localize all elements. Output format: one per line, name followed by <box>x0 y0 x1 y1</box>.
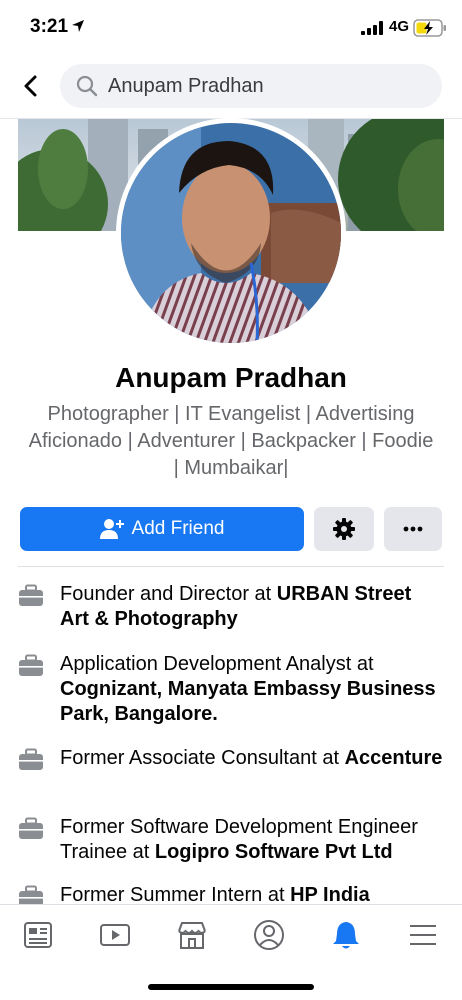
marketplace-icon <box>178 922 206 949</box>
work-organization[interactable]: Logipro Software Pvt Ltd <box>155 841 393 863</box>
work-organization[interactable]: HP India <box>290 884 370 906</box>
profile-name: Anupam Pradhan <box>115 362 347 393</box>
briefcase-icon <box>19 654 43 676</box>
news-feed-icon <box>24 922 52 948</box>
search-icon <box>76 75 98 97</box>
profile-picture[interactable] <box>121 123 341 343</box>
profile-photo-image <box>121 123 341 343</box>
work-text: Founder and Director at URBAN Street Art… <box>60 583 412 630</box>
work-text: Former Associate Consultant at Accenture <box>60 747 443 769</box>
status-time: 3:21 <box>30 16 69 37</box>
search-input[interactable] <box>108 75 408 98</box>
tab-menu[interactable] <box>403 915 443 955</box>
status-bar: 3:21 4G <box>0 0 462 56</box>
more-dots-icon <box>403 526 423 532</box>
tab-news-feed[interactable] <box>18 915 58 955</box>
chevron-left-icon <box>24 75 37 97</box>
work-organization[interactable]: Accenture <box>345 747 443 769</box>
location-arrow-icon <box>72 20 84 32</box>
search-bar[interactable] <box>60 64 442 108</box>
work-organization[interactable]: Cognizant, Manyata Embassy Business Park… <box>60 678 436 725</box>
watch-icon <box>100 924 130 946</box>
briefcase-icon <box>19 748 43 770</box>
cellular-signal-icon <box>361 21 383 35</box>
gear-icon <box>333 518 355 540</box>
add-friend-button[interactable]: Add Friend <box>20 507 304 551</box>
tab-notifications[interactable] <box>326 915 366 955</box>
add-friend-label: Add Friend <box>131 518 225 539</box>
work-text: Former Software Development Engineer Tra… <box>60 816 418 863</box>
menu-icon <box>410 925 436 945</box>
profile-bio: Photographer | IT Evangelist | Advertisi… <box>28 403 434 479</box>
notifications-icon <box>333 922 359 949</box>
work-text: Application Development Analyst at Cogni… <box>60 653 436 725</box>
section-divider <box>18 566 444 567</box>
network-type: 4G <box>389 18 410 35</box>
back-button[interactable] <box>16 70 44 102</box>
briefcase-icon <box>19 584 43 606</box>
home-indicator[interactable] <box>148 984 314 990</box>
battery-charging-icon <box>413 19 446 37</box>
tab-marketplace[interactable] <box>172 915 212 955</box>
more-options-button[interactable] <box>384 507 442 551</box>
add-person-icon <box>99 519 124 539</box>
settings-button[interactable] <box>314 507 374 551</box>
briefcase-icon <box>19 817 43 839</box>
tab-watch[interactable] <box>95 915 135 955</box>
tab-profile[interactable] <box>249 915 289 955</box>
profile-icon <box>254 920 284 950</box>
